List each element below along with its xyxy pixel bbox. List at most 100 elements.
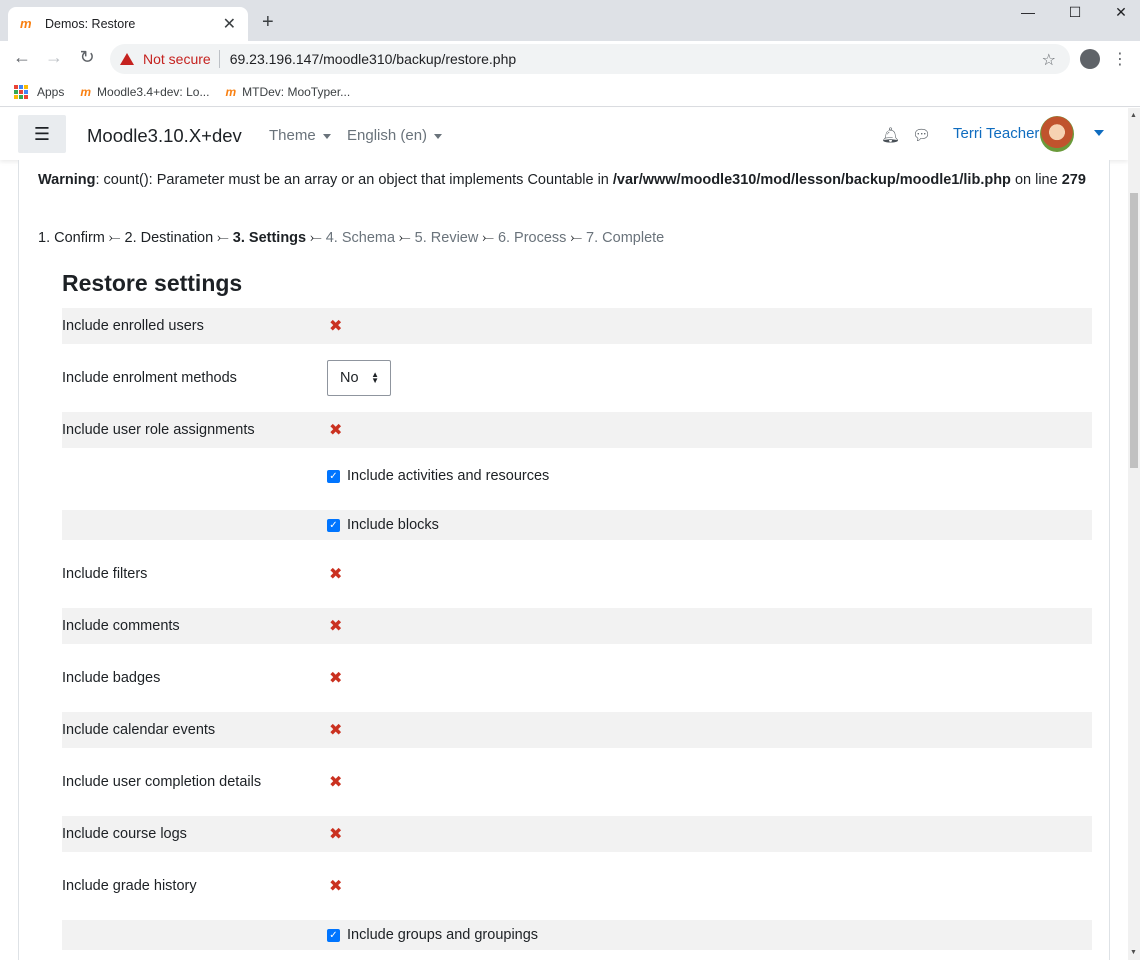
chat-icon[interactable]: 💬︎ — [912, 126, 931, 144]
apps-grid-icon — [14, 84, 28, 99]
disabled-x-icon: ✖ — [329, 618, 343, 635]
setting-calendar: Include calendar events ✖ — [62, 712, 1092, 748]
security-label[interactable]: Not secure — [143, 51, 211, 67]
language-menu[interactable]: English (en) — [347, 127, 443, 144]
scroll-up-icon[interactable]: ▲ — [1130, 112, 1137, 119]
bookmark-label: MTDev: MooTyper... — [242, 84, 351, 99]
setting-role-assignments: Include user role assignments ✖ — [62, 412, 1092, 448]
warning-suffix: on line — [1010, 172, 1062, 188]
setting-logs: Include course logs ✖ — [62, 816, 1092, 852]
step-arrow-icon: ⤚ — [482, 230, 494, 246]
setting-filters: Include filters ✖ — [62, 556, 1092, 592]
bell-icon[interactable]: 🔔︎ — [881, 126, 900, 144]
bookmark-apps[interactable]: Apps — [14, 84, 65, 99]
tab-title: Demos: Restore — [45, 17, 136, 31]
setting-badges: Include badges ✖ — [62, 660, 1092, 696]
close-window-icon[interactable]: ✕ — [1098, 4, 1140, 21]
drawer-toggle-button[interactable]: ☰ — [18, 115, 66, 153]
disabled-x-icon: ✖ — [329, 826, 343, 843]
disabled-x-icon: ✖ — [329, 878, 343, 895]
checkbox-label: Include groups and groupings — [347, 927, 539, 943]
select-value: No — [340, 370, 359, 386]
step-arrow-icon: ⤚ — [217, 230, 229, 246]
bookmark-label: Moodle3.4+dev: Lo... — [97, 84, 210, 99]
site-name[interactable]: Moodle3.10.X+dev — [87, 125, 242, 147]
php-warning: Warning: count(): Parameter must be an a… — [38, 170, 1088, 191]
blocks-checkbox[interactable]: ✓ — [327, 518, 340, 532]
setting-label: Include enrolment methods — [62, 370, 237, 386]
disabled-x-icon: ✖ — [329, 566, 343, 583]
avatar[interactable] — [1040, 116, 1074, 152]
maximize-icon[interactable]: ☐ — [1052, 4, 1098, 21]
user-menu-caret-icon[interactable] — [1094, 130, 1104, 136]
step-schema: 4. Schema — [325, 230, 396, 246]
theme-menu-label: Theme — [269, 127, 316, 144]
setting-activities: ✓ Include activities and resources — [62, 458, 1092, 494]
scroll-thumb[interactable] — [1130, 193, 1138, 468]
step-process: 6. Process — [497, 230, 567, 246]
updown-arrows-icon: ▲ ▼ — [371, 370, 379, 385]
step-arrow-icon: ⤚ — [108, 230, 121, 246]
step-destination: 2. Destination — [124, 230, 214, 246]
setting-label: Include enrolled users — [62, 318, 204, 334]
reload-icon[interactable]: ↻ — [75, 47, 99, 68]
checkbox-label: Include blocks — [347, 517, 439, 533]
warning-label: Warning — [38, 172, 96, 188]
groups-checkbox[interactable]: ✓ — [327, 928, 340, 942]
bookmark-mtdev[interactable]: m MTDev: MooTyper... — [225, 85, 350, 99]
activities-checkbox[interactable]: ✓ — [327, 469, 340, 483]
menu-icon[interactable]: ⋮ — [1112, 49, 1128, 69]
theme-menu[interactable]: Theme — [269, 127, 331, 144]
setting-label: Include calendar events — [62, 722, 216, 738]
disabled-x-icon: ✖ — [329, 722, 343, 739]
step-settings: 3. Settings — [232, 230, 307, 246]
browser-tab[interactable]: m Demos: Restore ✕ — [8, 7, 248, 41]
new-tab-button[interactable]: + — [262, 11, 274, 34]
step-arrow-icon: ⤚ — [310, 230, 322, 246]
account-icon[interactable] — [1080, 49, 1100, 69]
setting-completion: Include user completion details ✖ — [62, 764, 1092, 800]
scroll-down-icon[interactable]: ▼ — [1130, 949, 1137, 956]
disabled-x-icon: ✖ — [329, 422, 343, 439]
setting-label: Include course logs — [62, 826, 187, 842]
warning-line: 279 — [1061, 172, 1086, 188]
bookmark-moodle34[interactable]: m Moodle3.4+dev: Lo... — [80, 85, 209, 99]
moodle-navbar: ☰ Moodle3.10.X+dev Theme English (en) 🔔︎… — [0, 108, 1128, 160]
address-bar[interactable]: Not secure 69.23.196.147/moodle310/backu… — [110, 44, 1070, 74]
step-arrow-icon: ⤚ — [570, 230, 583, 246]
step-arrow-icon: ⤚ — [399, 230, 411, 246]
setting-enrolment-methods: Include enrolment methods No ▲ ▼ — [62, 354, 1092, 402]
setting-label: Include badges — [62, 670, 161, 686]
close-tab-icon[interactable]: ✕ — [223, 14, 236, 34]
page-scrollbar[interactable]: ▲ ▼ — [1128, 108, 1140, 960]
moodle-icon: m — [20, 16, 32, 31]
setting-label: Include grade history — [62, 878, 197, 894]
setting-comments: Include comments ✖ — [62, 608, 1092, 644]
url-text[interactable]: 69.23.196.147/moodle310/backup/restore.p… — [230, 51, 516, 67]
browser-tabstrip: m Demos: Restore ✕ + — ☐ ✕ — [0, 0, 1140, 41]
bookmark-label: Apps — [37, 84, 65, 99]
step-complete: 7. Complete — [586, 230, 665, 246]
setting-grade-history: Include grade history ✖ — [62, 868, 1092, 904]
enrolment-methods-select[interactable]: No ▲ ▼ — [327, 360, 391, 396]
browser-toolbar: ← → ↻ Not secure 69.23.196.147/moodle310… — [0, 41, 1140, 77]
setting-label: Include comments — [62, 618, 180, 634]
page-content: Warning: count(): Parameter must be an a… — [18, 160, 1110, 960]
minimize-icon[interactable]: — — [1005, 4, 1051, 20]
language-menu-label: English (en) — [347, 127, 428, 144]
step-confirm: 1. Confirm — [38, 230, 105, 246]
disabled-x-icon: ✖ — [329, 318, 343, 335]
forward-icon[interactable]: → — [42, 47, 66, 68]
step-review: 5. Review — [414, 230, 479, 246]
page-title: Restore settings — [62, 270, 243, 296]
caret-down-icon — [434, 133, 443, 139]
restore-progress: 1. Confirm ⤚ 2. Destination ⤚ 3. Settings ⤚ 4.… — [38, 230, 664, 246]
back-icon[interactable]: ← — [10, 47, 34, 68]
setting-blocks: ✓ Include blocks — [62, 510, 1092, 540]
setting-label: Include user role assignments — [62, 422, 255, 438]
bookmark-star-icon[interactable]: ☆ — [1042, 50, 1056, 70]
moodle-icon: m — [225, 84, 237, 99]
setting-label: Include user completion details — [62, 774, 262, 790]
user-name[interactable]: Terri Teacher — [953, 125, 1039, 142]
setting-label: Include filters — [62, 566, 148, 582]
